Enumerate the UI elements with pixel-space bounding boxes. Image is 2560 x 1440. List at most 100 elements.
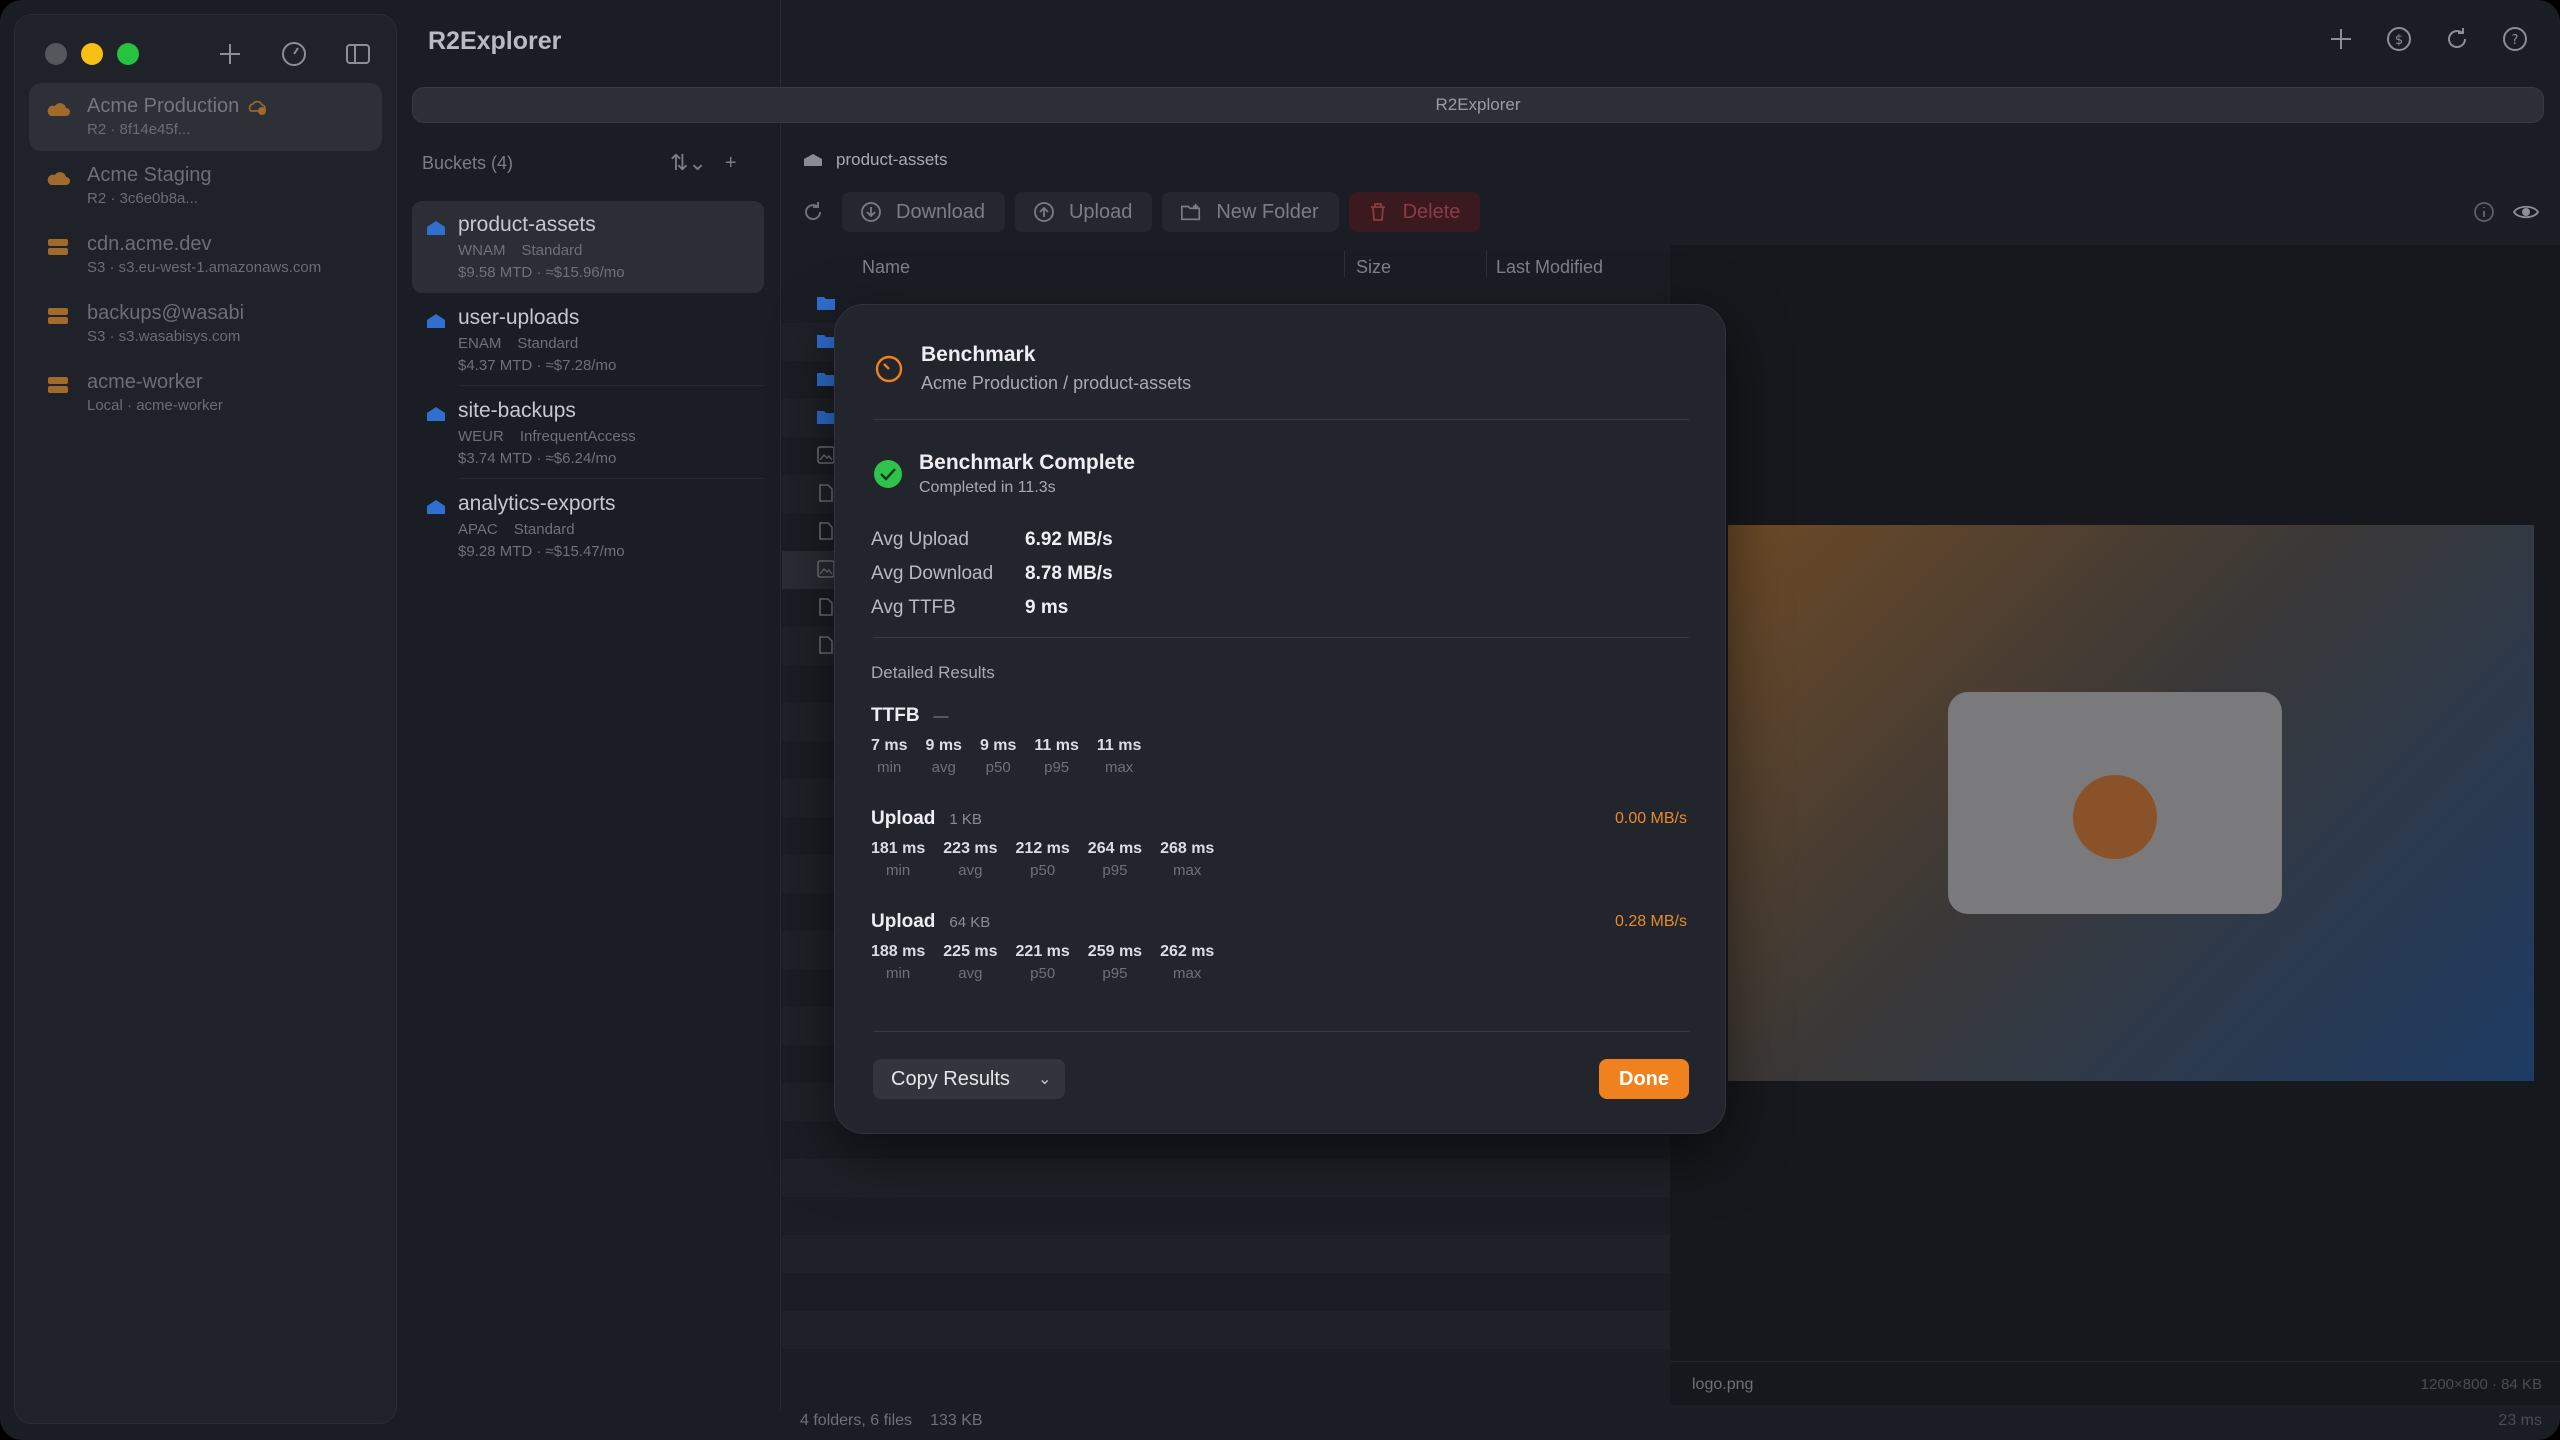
metric-size: 1 KB <box>949 811 982 828</box>
stat-min: 188 ms min <box>871 943 926 982</box>
new-folder-button[interactable]: New Folder <box>1162 192 1339 232</box>
document-icon <box>819 636 833 654</box>
add-icon[interactable] <box>2326 24 2356 54</box>
table-row <box>782 1311 1670 1349</box>
bucket-item[interactable]: site-backups WEUR InfrequentAccess $3.74 … <box>412 387 764 479</box>
connection-item[interactable]: Acme Production R2 · 8f14e45f... <box>29 83 382 151</box>
stat-p95: 259 ms p95 <box>1087 943 1143 982</box>
connection-item[interactable]: backups@wasabi S3 · s3.wasabisys.com <box>29 290 382 358</box>
avg-value: 8.78 MB/s <box>1025 563 1113 584</box>
divider <box>460 385 764 386</box>
stat-p50: 9 ms p50 <box>979 737 1017 776</box>
eye-icon[interactable] <box>2512 200 2540 224</box>
address-bar[interactable]: R2Explorer <box>412 87 2544 123</box>
connection-item[interactable]: Acme Staging R2 · 3c6e0b8a... <box>29 152 382 220</box>
info-icon[interactable] <box>2472 200 2496 224</box>
image-preview <box>1728 525 2534 1081</box>
download-label: Download <box>896 200 985 223</box>
divider <box>873 419 1689 420</box>
column-modified-header[interactable]: Last Modified <box>1496 257 1603 278</box>
stat-p50: 212 ms p50 <box>1015 840 1070 879</box>
bucket-name: analytics-exports <box>458 492 616 515</box>
new-folder-icon <box>1181 203 1201 221</box>
bucket-icon <box>427 500 445 514</box>
bucket-item[interactable]: user-uploads ENAM Standard $4.37 MTD · ≈$… <box>412 294 764 386</box>
cloud-icon <box>47 172 70 185</box>
stat-avg: 225 ms avg <box>943 943 998 982</box>
minimize-window-button[interactable] <box>81 43 103 65</box>
file-toolbar: Download Upload New Folder Delete <box>800 192 1481 232</box>
folder-icon <box>817 335 835 348</box>
avg-value: 9 ms <box>1025 597 1069 618</box>
status-size: 133 KB <box>930 1412 983 1429</box>
bucket-class: Standard <box>513 521 575 538</box>
upload-label: Upload <box>1068 200 1133 223</box>
table-row <box>782 1273 1670 1311</box>
delete-label: Delete <box>1402 200 1461 223</box>
download-button[interactable]: Download <box>842 192 1005 232</box>
checkmark-circle-icon <box>874 460 902 488</box>
timer-icon <box>875 355 903 383</box>
upload-button[interactable]: Upload <box>1014 192 1153 232</box>
column-size-header[interactable]: Size <box>1356 257 1391 278</box>
benchmark-dialog: Benchmark Acme Production / product-asse… <box>834 304 1726 1134</box>
chevron-down-icon: ⌄ <box>1037 1071 1052 1088</box>
refresh-icon[interactable] <box>800 199 826 225</box>
window-toolbar: $ ? <box>2326 24 2530 54</box>
metric-size: — <box>933 708 949 725</box>
bucket-region: APAC <box>458 521 498 538</box>
buckets-toolbar: ⇅⌄ + <box>670 150 737 176</box>
bucket-item[interactable]: product-assets WNAM Standard $9.58 MTD · … <box>412 201 764 293</box>
trash-icon <box>1370 203 1385 221</box>
delete-button[interactable]: Delete <box>1348 192 1481 232</box>
view-toolbar <box>2472 200 2540 224</box>
connection-name: acme-worker <box>87 371 203 393</box>
connection-detail: Local · acme-worker <box>87 397 223 414</box>
connection-item[interactable]: cdn.acme.dev S3 · s3.eu-west-1.amazonaws… <box>29 221 382 289</box>
metric-upload-64kb: Upload 64 KB 0.28 MB/s 188 ms min 225 ms a… <box>871 911 1687 982</box>
cost-icon[interactable]: $ <box>2384 24 2414 54</box>
toggle-sidebar-icon[interactable] <box>343 39 373 69</box>
metric-name: Upload <box>871 808 936 829</box>
copy-results-label: Copy Results <box>891 1067 1010 1090</box>
connection-list: Acme Production R2 · 8f14e45f... Acme St… <box>29 83 382 428</box>
bucket-cost: $9.28 MTD · ≈$15.47/mo <box>458 543 625 560</box>
add-bucket-icon[interactable]: + <box>725 152 737 175</box>
document-icon <box>819 522 833 540</box>
detailed-results-scroll[interactable]: TTFB — 7 ms min 9 ms avg 9 ms p50 11 ms p95 … <box>835 705 1727 995</box>
stat-p95: 11 ms p95 <box>1034 737 1079 776</box>
window-controls <box>45 43 139 65</box>
column-divider <box>1344 251 1345 277</box>
add-connection-icon[interactable] <box>215 39 245 69</box>
status-counts: 4 folders, 6 files <box>800 1412 913 1429</box>
connection-detail: R2 · 3c6e0b8a... <box>87 190 198 207</box>
bucket-class: Standard <box>521 242 583 259</box>
image-file-icon <box>817 560 835 578</box>
download-icon <box>861 202 881 222</box>
bucket-region: ENAM <box>458 335 502 352</box>
stat-avg: 9 ms avg <box>925 737 962 776</box>
refresh-icon[interactable] <box>2442 24 2472 54</box>
copy-results-button[interactable]: Copy Results ⌄ <box>873 1059 1066 1099</box>
status-latency: 23 ms <box>2498 1412 2542 1429</box>
maximize-window-button[interactable] <box>117 43 139 65</box>
bucket-item[interactable]: analytics-exports APAC Standard $9.28 MTD… <box>412 480 764 572</box>
breadcrumb-bucket[interactable]: product-assets <box>836 150 948 170</box>
help-icon[interactable]: ? <box>2500 24 2530 54</box>
connection-item[interactable]: acme-worker Local · acme-worker <box>29 359 382 427</box>
table-row <box>782 1235 1670 1273</box>
stat-max: 11 ms max <box>1096 737 1142 776</box>
close-window-button[interactable] <box>45 43 67 65</box>
bucket-name: product-assets <box>458 213 596 236</box>
divider <box>873 637 1689 638</box>
speedometer-icon[interactable] <box>279 39 309 69</box>
connection-name: Acme Production <box>87 95 240 117</box>
server-icon <box>48 377 68 393</box>
bucket-name: site-backups <box>458 399 576 422</box>
bucket-class: InfrequentAccess <box>519 428 636 445</box>
column-name-header[interactable]: Name <box>862 257 910 278</box>
sort-icon[interactable]: ⇅⌄ <box>670 150 707 176</box>
done-button[interactable]: Done <box>1599 1059 1689 1099</box>
connection-name: cdn.acme.dev <box>87 233 212 255</box>
stat-min: 181 ms min <box>871 840 926 879</box>
